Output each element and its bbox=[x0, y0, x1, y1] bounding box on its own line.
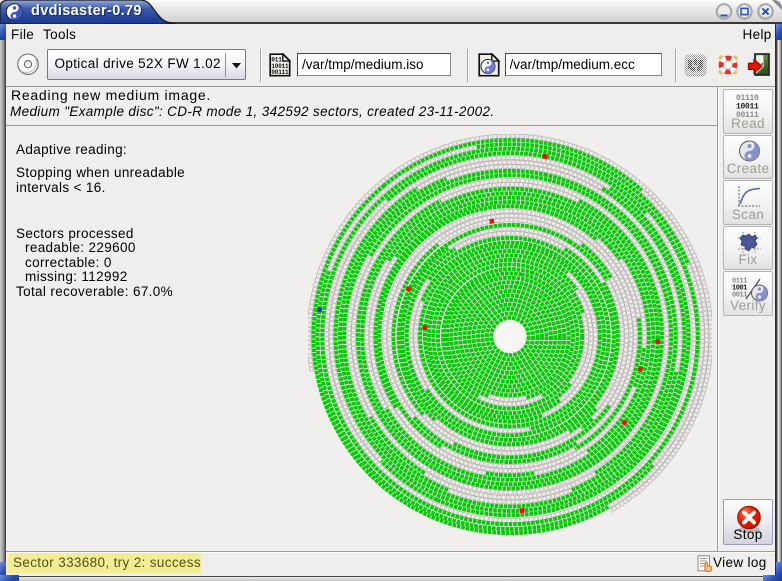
svg-text:00111: 00111 bbox=[271, 69, 289, 76]
